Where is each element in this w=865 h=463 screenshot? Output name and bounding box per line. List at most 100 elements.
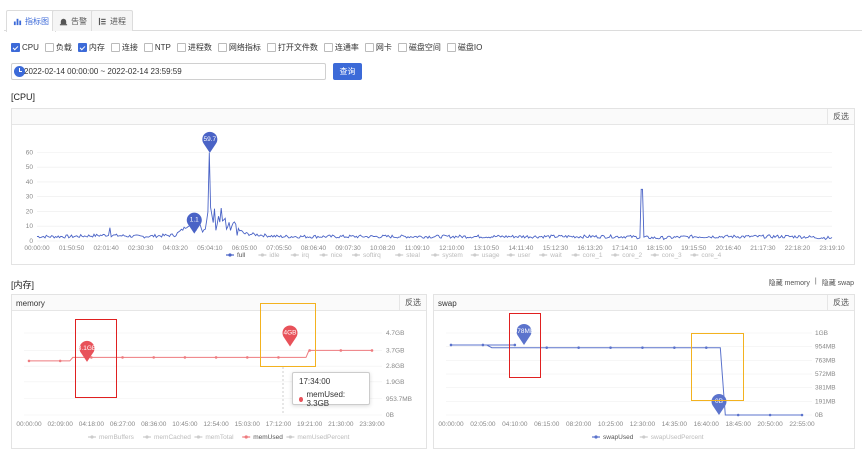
metric-checkbox-3[interactable]: 连接 <box>110 42 138 53</box>
highlight-box-yellow-swap <box>691 333 744 401</box>
cpu-legend-item[interactable]: core_3 <box>650 252 682 259</box>
mem-legend-item[interactable]: memUsedPercent <box>286 434 350 441</box>
cpu-invert-button[interactable]: 反选 <box>827 109 854 124</box>
swap-panel-header: swap 反选 <box>434 295 854 311</box>
mem-ytick: 3.7GB <box>386 347 404 354</box>
cpu-legend-item[interactable]: user <box>506 252 531 259</box>
cpu-legend-item[interactable]: steal <box>395 252 420 259</box>
cpu-legend-item[interactable]: wait <box>539 252 562 259</box>
cpu-xtick: 02:01:40 <box>93 245 119 252</box>
cpu-xtick: 04:03:20 <box>163 245 189 252</box>
cpu-legend-item[interactable]: system <box>431 252 463 259</box>
cpu-xtick: 10:08:20 <box>370 245 396 252</box>
metric-checkbox-10[interactable]: 磁盘空间 <box>397 42 441 53</box>
mem-ytick: 1.9GB <box>386 379 404 386</box>
checkbox-box[interactable] <box>11 43 20 52</box>
cpu-marker-min: 1.1 <box>186 212 202 234</box>
checkbox-box[interactable] <box>364 43 374 52</box>
checkbox-box[interactable] <box>323 43 333 52</box>
cpu-legend-item[interactable]: full <box>226 252 246 259</box>
metric-checkbox-4[interactable]: NTP <box>143 43 171 52</box>
cpu-legend-item[interactable]: usage <box>470 252 500 259</box>
tab-alarms[interactable]: 告警 <box>52 10 94 31</box>
swap-legend-item[interactable]: swapUsedPercent <box>639 434 704 441</box>
cpu-legend-item[interactable]: core_1 <box>571 252 603 259</box>
checkbox-label: 连通率 <box>334 43 359 52</box>
mem-xtick: 19:21:00 <box>297 421 323 428</box>
hide-swap-link[interactable]: 隐藏 swap <box>822 278 854 288</box>
mem-ytick: 4.7GB <box>386 330 404 337</box>
cpu-legend-item[interactable]: nice <box>319 252 343 259</box>
swap-invert-button[interactable]: 反选 <box>827 295 854 310</box>
cpu-xtick: 22:18:20 <box>785 245 811 252</box>
mem-legend-label: memCached <box>154 434 191 441</box>
metric-checkbox-2[interactable]: 内存 <box>77 42 105 53</box>
metric-checkbox-7[interactable]: 打开文件数 <box>266 42 318 53</box>
mem-xtick: 00:00:00 <box>16 421 42 428</box>
mem-legend-item[interactable]: memUsed <box>242 434 283 441</box>
checkbox-box[interactable] <box>217 43 227 52</box>
mem-legend-label: memBuffers <box>99 434 135 441</box>
swap-xtick: 10:25:00 <box>598 421 624 428</box>
mem-point <box>121 356 124 359</box>
swap-point <box>545 346 549 349</box>
checkbox-box[interactable] <box>110 43 120 52</box>
checkbox-box[interactable] <box>446 43 456 52</box>
checkbox-label: 网络指标 <box>228 43 261 52</box>
checkbox-box[interactable] <box>397 43 407 52</box>
mem-legend-item[interactable]: memCached <box>143 434 191 441</box>
swap-xtick: 18:45:00 <box>726 421 752 428</box>
checkbox-label: 磁盘空间 <box>408 43 441 52</box>
memory-panel-title: memory <box>16 299 45 308</box>
cpu-xtick: 08:06:40 <box>301 245 327 252</box>
cpu-legend-item[interactable]: idle <box>258 252 280 259</box>
cpu-section-title: [CPU] <box>11 92 36 102</box>
checkbox-box[interactable] <box>176 43 186 52</box>
metric-checkbox-6[interactable]: 网络指标 <box>217 42 261 53</box>
bar-chart-icon <box>13 18 22 26</box>
hide-links: 隐藏 memory | 隐藏 swap <box>769 278 854 288</box>
checkbox-box[interactable] <box>44 43 54 52</box>
mem-legend-item[interactable]: memBuffers <box>88 434 135 441</box>
cpu-ytick: 30 <box>26 194 34 201</box>
cpu-xtick: 01:50:50 <box>59 245 85 252</box>
highlight-box-red-memory <box>75 319 117 398</box>
mem-xtick: 23:39:00 <box>359 421 385 428</box>
cpu-xtick: 00:00:00 <box>24 245 50 252</box>
query-button[interactable]: 查询 <box>333 63 362 80</box>
mem-point <box>152 356 156 359</box>
cpu-panel: 反选 0 10 20 30 40 50 60 00:00:00 01:50:50 02:01:40… <box>11 108 855 265</box>
swap-chart: 0B 191MB 381MB 572MB 763MB 954MB 1GB 00:00:00 02… <box>438 323 836 441</box>
cpu-xtick: 12:10:00 <box>439 245 465 252</box>
metric-checkbox-11[interactable]: 磁盘IO <box>446 42 482 53</box>
metric-checkbox-9[interactable]: 网卡 <box>364 42 392 53</box>
swap-legend-label: swapUsedPercent <box>651 434 704 441</box>
checkbox-box[interactable] <box>266 43 276 52</box>
date-range-input[interactable]: 2022-02-14 00:00:00 ~ 2022-02-14 23:59:5… <box>11 63 326 80</box>
checkbox-label: 内存 <box>88 43 105 52</box>
cpu-legend-item[interactable]: core_2 <box>611 252 642 259</box>
cpu-chart: 0 10 20 30 40 50 60 00:00:00 01:50:50 02:01:40 02:… <box>24 131 845 259</box>
swap-legend-item[interactable]: swapUsed <box>592 434 634 441</box>
swap-xtick: 08:20:00 <box>566 421 592 428</box>
metric-checkbox-5[interactable]: 进程数 <box>176 42 212 53</box>
hide-memory-link[interactable]: 隐藏 memory <box>769 278 810 288</box>
cpu-ytick: 20 <box>26 208 34 215</box>
tab-metrics[interactable]: 指标图 <box>6 10 56 32</box>
cpu-legend-item[interactable]: irq <box>290 252 310 259</box>
cpu-legend-item[interactable]: core_4 <box>690 252 722 259</box>
checkbox-box[interactable] <box>143 43 153 52</box>
hide-separator: | <box>814 278 817 285</box>
mem-legend-item[interactable]: memTotal <box>194 434 234 441</box>
metric-checkbox-1[interactable]: 负载 <box>44 42 72 53</box>
checkbox-box[interactable] <box>77 43 87 52</box>
tooltip-dot <box>299 396 304 402</box>
mem-xtick: 02:09:00 <box>48 421 74 428</box>
memory-invert-button[interactable]: 反选 <box>399 295 426 310</box>
tab-process[interactable]: 进程 <box>91 10 133 31</box>
metric-checkbox-0[interactable]: CPU <box>11 43 39 52</box>
mem-point <box>58 359 62 363</box>
cpu-legend-item[interactable]: softirq <box>352 252 381 259</box>
tab-alarms-label: 告警 <box>71 16 87 26</box>
metric-checkbox-8[interactable]: 连通率 <box>323 42 359 53</box>
